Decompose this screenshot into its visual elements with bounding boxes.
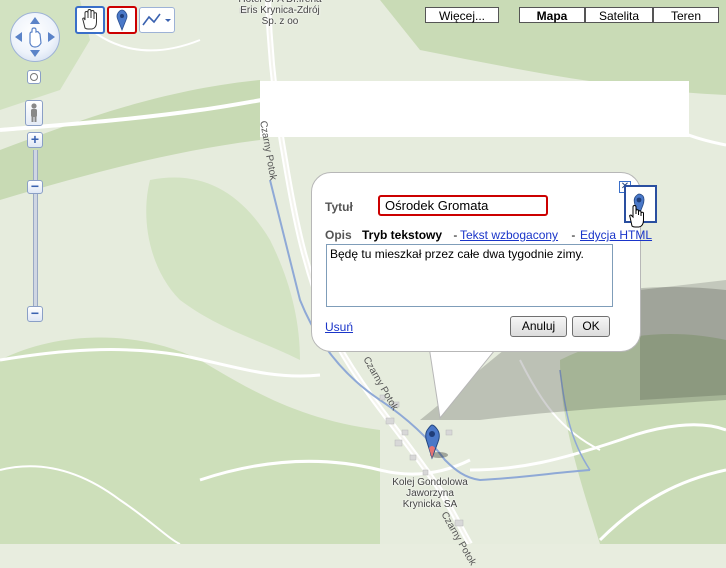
mode-plain-text: Tryb tekstowy [362,228,443,242]
label-station: Kolej Gondolowa Jaworzyna Krynicka SA [392,477,468,510]
description-textarea[interactable]: Będę tu mieszkał przez całe dwa tygodnie… [326,244,613,307]
zoom-in-button[interactable]: + [27,132,43,148]
line-tool-button[interactable] [139,7,175,33]
map-type-terrain[interactable]: Teren [653,7,719,23]
delete-link[interactable]: Usuń [325,320,353,334]
pan-arrows-icon [15,17,55,57]
reset-view-button[interactable] [27,70,41,84]
map-placemark-icon[interactable] [420,422,450,462]
line-icon [142,13,171,26]
separator: - [568,228,579,242]
more-button[interactable]: Więcej... [425,7,499,23]
pegman-icon[interactable] [25,100,43,126]
hand-tool-button[interactable] [75,6,105,34]
circle-icon [30,73,38,81]
zoom-track[interactable] [33,150,38,310]
zoom-out-button[interactable]: − [27,306,43,322]
placemark-tool-button[interactable] [107,6,137,34]
map-type-satellite[interactable]: Satelita [585,7,653,23]
title-input[interactable] [378,195,548,216]
label-hotel: Hotel SPA Dr.Irena Eris Krynica-Zdrój Sp… [238,0,321,27]
rich-text-link[interactable]: Tekst wzbogacony [460,228,558,242]
hand-cursor-icon [629,204,644,228]
html-edit-link[interactable]: Edycja HTML [580,228,652,242]
description-label: Opis [325,228,352,242]
zoom-handle[interactable]: − [27,179,43,194]
ok-button[interactable]: OK [572,316,610,337]
title-label: Tytuł [325,200,353,214]
balloon-tail [428,340,504,420]
cancel-button[interactable]: Anuluj [510,316,567,337]
pan-control[interactable] [10,12,60,62]
map-type-map[interactable]: Mapa [519,7,585,23]
hand-icon [82,8,97,30]
map-tile-blank [260,81,689,137]
placemark-icon [116,9,128,32]
